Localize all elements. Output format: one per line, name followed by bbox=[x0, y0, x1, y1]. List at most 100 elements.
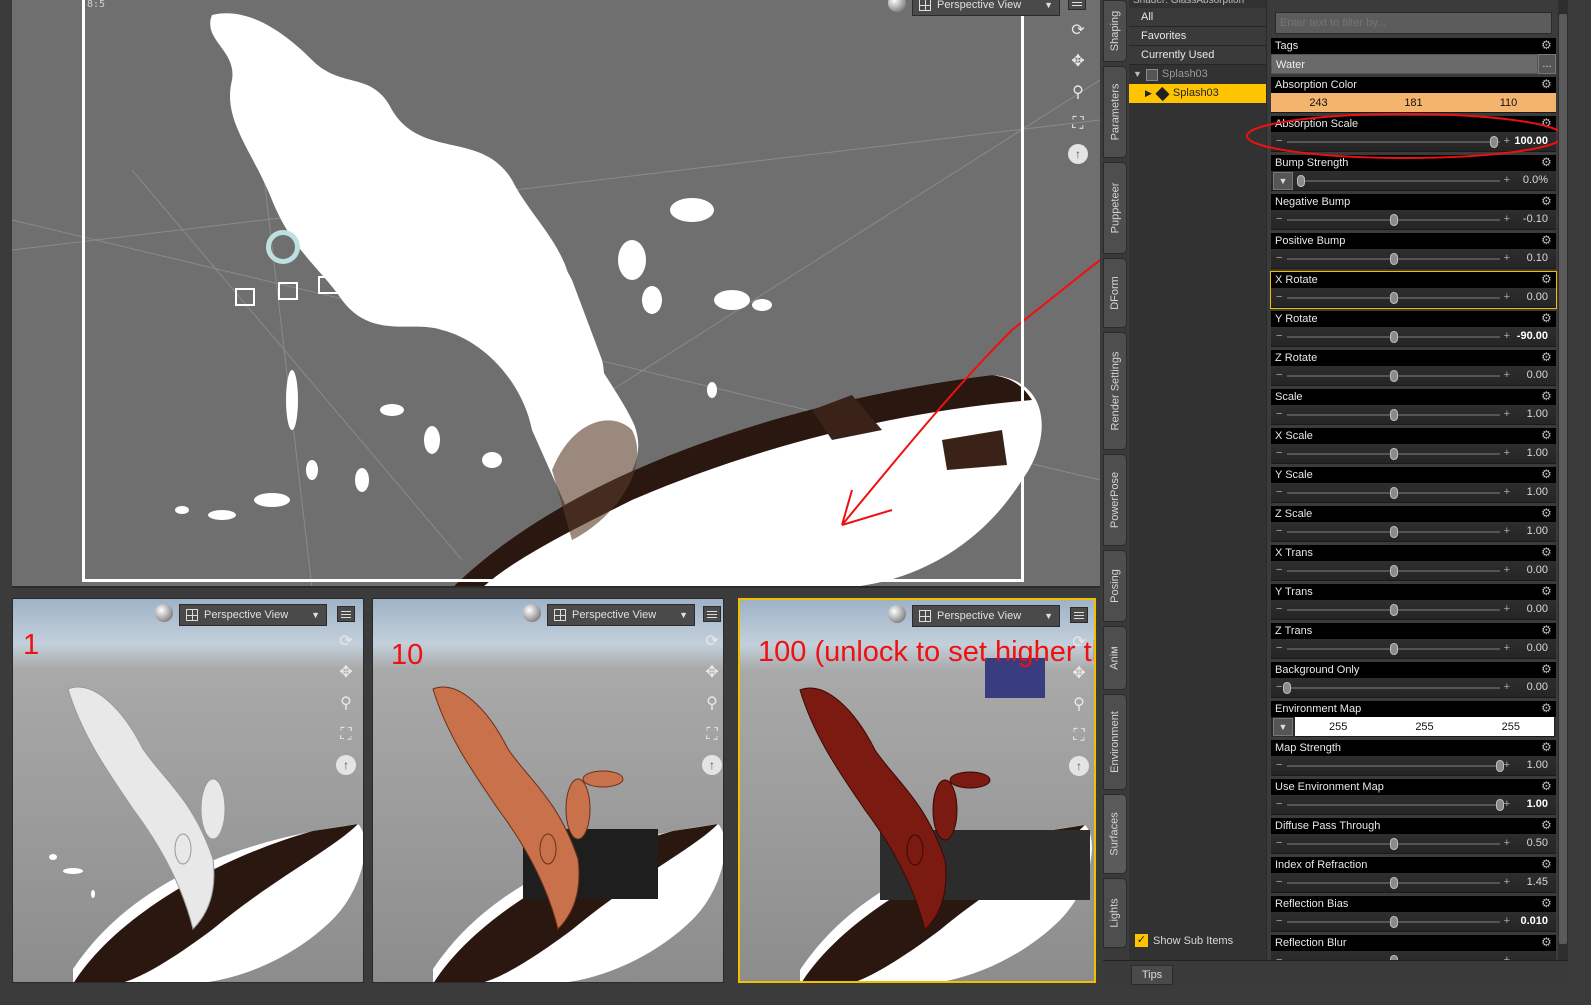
slider-knob[interactable] bbox=[1389, 526, 1398, 538]
camera-dropdown[interactable]: Perspective View ▼ bbox=[547, 604, 695, 626]
increment-icon[interactable]: + bbox=[1504, 564, 1510, 576]
gear-icon[interactable]: ⚙ bbox=[1541, 312, 1554, 325]
gear-icon[interactable]: ⚙ bbox=[1541, 897, 1554, 910]
show-sub-items-checkbox[interactable]: ✓ Show Sub Items bbox=[1135, 934, 1233, 947]
param-slider[interactable]: − +0.00 bbox=[1271, 366, 1556, 386]
decrement-icon[interactable]: − bbox=[1276, 564, 1282, 576]
decrement-icon[interactable]: − bbox=[1276, 837, 1282, 849]
gear-icon[interactable]: ⚙ bbox=[1541, 390, 1554, 403]
tags-browse-button[interactable]: ... bbox=[1538, 54, 1556, 74]
decrement-icon[interactable]: − bbox=[1276, 291, 1282, 303]
camera-dropdown[interactable]: Perspective View ▼ bbox=[912, 605, 1060, 627]
decrement-icon[interactable]: − bbox=[1276, 798, 1282, 810]
param-slider[interactable]: − +0.00 bbox=[1271, 600, 1556, 620]
tab-surfaces[interactable]: Surfaces bbox=[1103, 794, 1127, 874]
slider-knob[interactable] bbox=[1389, 409, 1398, 421]
param-slider[interactable]: − +1.45 bbox=[1271, 873, 1556, 893]
tab-lights[interactable]: Lights bbox=[1103, 878, 1127, 948]
camera-dropdown[interactable]: Perspective View ▼ bbox=[179, 604, 327, 626]
tab-puppeteer[interactable]: Puppeteer bbox=[1103, 162, 1127, 254]
tab-tips[interactable]: Tips bbox=[1131, 965, 1173, 985]
param-value[interactable]: 1.45 bbox=[1527, 876, 1548, 888]
viewport-10[interactable]: 10 Perspective View ▼ ⟳ ✥ ⚲ ⛶ ↑ bbox=[372, 598, 724, 983]
increment-icon[interactable]: + bbox=[1504, 291, 1510, 303]
gear-icon[interactable]: ⚙ bbox=[1541, 624, 1554, 637]
slider-knob[interactable] bbox=[1389, 838, 1398, 850]
zoom-icon[interactable]: ⚲ bbox=[335, 693, 357, 715]
slider-knob[interactable] bbox=[1389, 643, 1398, 655]
param-value[interactable]: 1.00 bbox=[1527, 759, 1548, 771]
camera-gizmo-icon[interactable] bbox=[278, 282, 298, 300]
param-value[interactable]: 1.00 bbox=[1527, 447, 1548, 459]
slider-knob[interactable] bbox=[1389, 448, 1398, 460]
chevron-down-icon[interactable]: ▼ bbox=[1273, 718, 1293, 736]
param-slider[interactable]: − +1.00 bbox=[1271, 756, 1556, 776]
gear-icon[interactable]: ⚙ bbox=[1541, 429, 1554, 442]
param-slider[interactable]: − + -90.00 bbox=[1271, 327, 1556, 347]
gear-icon[interactable]: ⚙ bbox=[1541, 585, 1554, 598]
zoom-icon[interactable]: ⚲ bbox=[1068, 694, 1090, 716]
increment-icon[interactable]: + bbox=[1504, 603, 1510, 615]
increment-icon[interactable]: + bbox=[1504, 681, 1510, 693]
gear-icon[interactable]: ⚙ bbox=[1541, 546, 1554, 559]
tab-parameters[interactable]: Parameters bbox=[1103, 66, 1127, 158]
gear-icon[interactable]: ⚙ bbox=[1541, 741, 1554, 754]
list-item-all[interactable]: All bbox=[1129, 8, 1266, 27]
param-slider[interactable]: − +1.00 bbox=[1271, 483, 1556, 503]
gear-icon[interactable]: ⚙ bbox=[1541, 702, 1554, 715]
reset-view-icon[interactable]: ↑ bbox=[1068, 144, 1088, 164]
param-slider[interactable]: − +0.010 bbox=[1271, 912, 1556, 932]
increment-icon[interactable]: + bbox=[1504, 759, 1510, 771]
increment-icon[interactable]: + bbox=[1504, 174, 1510, 186]
decrement-icon[interactable]: − bbox=[1276, 330, 1282, 342]
param-value[interactable]: 0.010 bbox=[1520, 915, 1548, 927]
param-value[interactable]: 1.00 bbox=[1527, 408, 1548, 420]
decrement-icon[interactable]: − bbox=[1276, 759, 1282, 771]
slider-knob[interactable] bbox=[1389, 487, 1398, 499]
frame-icon[interactable]: ⛶ bbox=[1068, 725, 1090, 747]
tab-powerpose[interactable]: PowerPose bbox=[1103, 454, 1127, 546]
gear-icon[interactable]: ⚙ bbox=[1541, 273, 1554, 286]
param-value[interactable]: 1.00 bbox=[1527, 525, 1548, 537]
color-b[interactable]: 255 bbox=[1468, 717, 1554, 736]
gear-icon[interactable]: ⚙ bbox=[1541, 819, 1554, 832]
zoom-icon[interactable]: ⚲ bbox=[701, 693, 723, 715]
param-value[interactable]: 1.00 bbox=[1527, 798, 1548, 810]
increment-icon[interactable]: + bbox=[1504, 369, 1510, 381]
param-value[interactable]: -0.10 bbox=[1523, 213, 1548, 225]
increment-icon[interactable]: + bbox=[1504, 330, 1510, 342]
scrollbar-thumb[interactable] bbox=[1559, 14, 1567, 944]
increment-icon[interactable]: + bbox=[1504, 798, 1510, 810]
slider-knob[interactable] bbox=[1389, 604, 1398, 616]
gear-icon[interactable]: ⚙ bbox=[1541, 195, 1554, 208]
viewport-1[interactable]: 1 Perspective View ▼ ⟳ ✥ ⚲ ⛶ ↑ bbox=[12, 598, 364, 983]
tab-posing[interactable]: Posing bbox=[1103, 550, 1127, 622]
slider-knob[interactable] bbox=[1389, 370, 1398, 382]
increment-icon[interactable]: + bbox=[1504, 525, 1510, 537]
increment-icon[interactable]: + bbox=[1504, 252, 1510, 264]
gear-icon[interactable]: ⚙ bbox=[1541, 858, 1554, 871]
increment-icon[interactable]: + bbox=[1504, 213, 1510, 225]
increment-icon[interactable]: + bbox=[1504, 837, 1510, 849]
param-value[interactable]: 0.00 bbox=[1527, 564, 1548, 576]
slider-knob[interactable] bbox=[1297, 175, 1305, 187]
viewport-menu-icon[interactable] bbox=[1070, 607, 1088, 623]
increment-icon[interactable]: + bbox=[1504, 915, 1510, 927]
param-slider[interactable]: − + -0.10 bbox=[1271, 210, 1556, 230]
gear-icon[interactable]: ⚙ bbox=[1541, 663, 1554, 676]
param-value[interactable]: 0.00 bbox=[1527, 681, 1548, 693]
decrement-icon[interactable]: − bbox=[1276, 486, 1282, 498]
slider-knob[interactable] bbox=[1389, 331, 1398, 343]
increment-icon[interactable]: + bbox=[1504, 642, 1510, 654]
orbit-icon[interactable]: ⟳ bbox=[335, 631, 357, 653]
list-item-favorites[interactable]: Favorites bbox=[1129, 27, 1266, 46]
tree-item-splash03-surface[interactable]: ▶ Splash03 bbox=[1129, 84, 1266, 103]
param-slider[interactable]: ▼ +0.0% bbox=[1271, 171, 1556, 191]
color-swatch[interactable]: 255 255 255 bbox=[1295, 717, 1554, 737]
gear-icon[interactable]: ⚙ bbox=[1541, 78, 1554, 91]
gear-icon[interactable]: ⚙ bbox=[1541, 39, 1554, 52]
pan-icon[interactable]: ✥ bbox=[1068, 663, 1090, 685]
tab-render-settings[interactable]: Render Settings bbox=[1103, 332, 1127, 450]
tab-dform[interactable]: DForm bbox=[1103, 258, 1127, 328]
slider-knob[interactable] bbox=[1389, 292, 1398, 304]
